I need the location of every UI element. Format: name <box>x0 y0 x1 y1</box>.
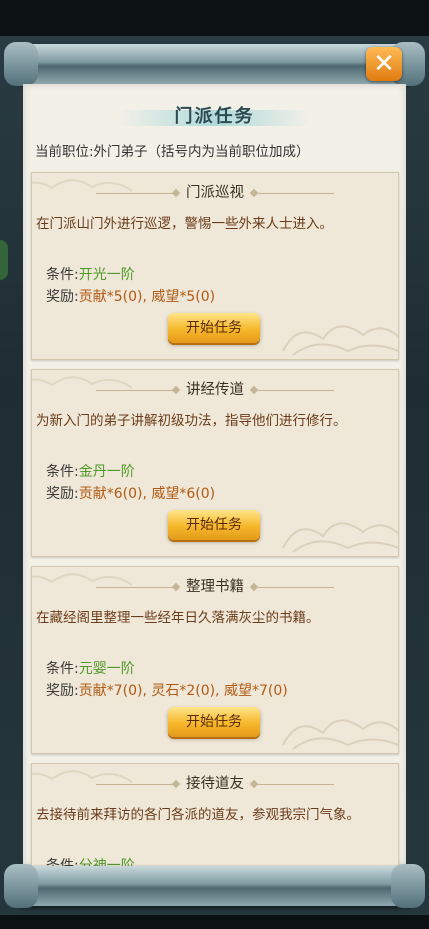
scroll-rod-cap <box>4 42 38 86</box>
title-ornament <box>254 192 334 194</box>
panel-title: 门派任务 <box>174 106 255 127</box>
condition-label: 条件: <box>46 661 79 677</box>
task-reward: 奖励:贡献*7(0), 灵石*2(0), 威望*7(0) <box>46 680 288 700</box>
title-ornament <box>254 783 334 785</box>
reward-label: 奖励: <box>46 683 79 699</box>
task-title: 门派巡视 <box>32 181 398 202</box>
cloud-decoration <box>282 325 398 356</box>
task-description: 为新入门的弟子讲解初级功法，指导他们进行修行。 <box>36 413 347 429</box>
close-button[interactable]: ✕ <box>366 47 402 81</box>
title-ornament <box>254 586 334 588</box>
reward-label: 奖励: <box>46 289 79 305</box>
title-ornament <box>96 586 176 588</box>
title-ornament <box>254 389 334 391</box>
task-name: 门派巡视 <box>186 185 244 201</box>
condition-value: 开光一阶 <box>78 267 135 283</box>
task-card: 接待道友 去接待前来拜访的各门各派的道友，参观我宗门气象。 条件:分神一阶 <box>31 763 399 866</box>
scroll-rod-cap <box>391 864 425 908</box>
task-card: 门派巡视 在门派山门外进行巡逻，警惕一些外来人士进入。 条件:开光一阶 奖励:贡… <box>31 172 399 360</box>
reward-value: 贡献*7(0), 灵石*2(0), 威望*7(0) <box>78 683 288 699</box>
side-tab <box>0 240 8 280</box>
task-reward: 奖励:贡献*5(0), 威望*5(0) <box>46 286 215 306</box>
scroll-top-rod <box>4 42 425 86</box>
cloud-decoration <box>282 719 398 750</box>
condition-label: 条件: <box>46 267 79 283</box>
title-ornament <box>96 389 176 391</box>
status-bar <box>0 0 429 36</box>
task-title: 接待道友 <box>32 772 398 793</box>
task-description: 在门派山门外进行巡逻，警惕一些外来人士进入。 <box>36 216 333 232</box>
task-condition: 条件:开光一阶 <box>46 264 135 284</box>
task-condition: 条件:元婴一阶 <box>46 658 135 678</box>
condition-value: 元婴一阶 <box>78 661 135 677</box>
reward-value: 贡献*5(0), 威望*5(0) <box>78 289 216 305</box>
reward-label: 奖励: <box>46 486 79 502</box>
panel-header: 门派任务 <box>23 100 406 134</box>
start-task-button[interactable]: 开始任务 <box>168 510 260 540</box>
task-list[interactable]: 门派巡视 在门派山门外进行巡逻，警惕一些外来人士进入。 条件:开光一阶 奖励:贡… <box>31 172 399 866</box>
close-icon: ✕ <box>373 49 395 79</box>
start-task-button[interactable]: 开始任务 <box>168 707 260 737</box>
title-ornament <box>96 192 176 194</box>
task-card: 整理书籍 在藏经阁里整理一些经年日久落满灰尘的书籍。 条件:元婴一阶 奖励:贡献… <box>31 566 399 754</box>
task-condition: 条件:分神一阶 <box>46 855 135 866</box>
condition-label: 条件: <box>46 464 79 480</box>
task-name: 接待道友 <box>186 776 244 792</box>
condition-value: 分神一阶 <box>78 858 135 866</box>
cloud-decoration <box>282 522 398 553</box>
task-title: 整理书籍 <box>32 575 398 596</box>
task-card: 讲经传道 为新入门的弟子讲解初级功法，指导他们进行修行。 条件:金丹一阶 奖励:… <box>31 369 399 557</box>
condition-label: 条件: <box>46 858 79 866</box>
task-condition: 条件:金丹一阶 <box>46 461 135 481</box>
task-reward: 奖励:贡献*6(0), 威望*6(0) <box>46 483 215 503</box>
start-task-button[interactable]: 开始任务 <box>168 313 260 343</box>
task-description: 在藏经阁里整理一些经年日久落满灰尘的书籍。 <box>36 610 320 626</box>
condition-value: 金丹一阶 <box>78 464 135 480</box>
title-ornament <box>96 783 176 785</box>
task-name: 讲经传道 <box>186 382 244 398</box>
reward-value: 贡献*6(0), 威望*6(0) <box>78 486 216 502</box>
scroll-rod-cap <box>4 864 38 908</box>
task-panel: 门派任务 当前职位:外门弟子（括号内为当前职位加成） 门派巡视 在门派山门外进行… <box>23 84 406 866</box>
task-name: 整理书籍 <box>186 579 244 595</box>
task-title: 讲经传道 <box>32 378 398 399</box>
task-description: 去接待前来拜访的各门各派的道友，参观我宗门气象。 <box>36 807 360 823</box>
nav-bar <box>0 915 429 929</box>
scroll-bottom-rod <box>4 864 425 908</box>
current-rank-text: 当前职位:外门弟子（括号内为当前职位加成） <box>35 144 310 160</box>
